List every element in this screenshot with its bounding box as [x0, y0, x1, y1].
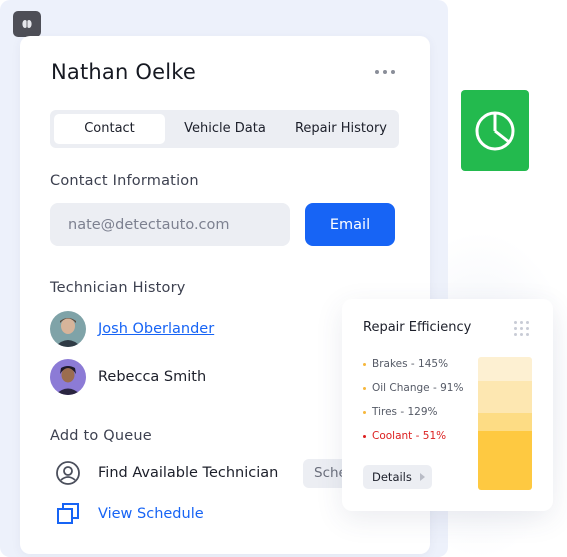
stack-segment-coolant — [478, 431, 532, 490]
email-button[interactable]: Email — [305, 203, 395, 246]
tab-vehicle-data[interactable]: Vehicle Data — [180, 114, 270, 144]
technician-link-josh[interactable]: Josh Oberlander — [98, 321, 214, 337]
legend-dot — [363, 386, 366, 390]
legend-coolant: Coolant - 51% — [363, 430, 446, 442]
contact-name: Nathan Oelke — [51, 60, 196, 84]
copy-squares-icon — [54, 500, 82, 528]
legend-label: Tires - 129% — [372, 406, 438, 418]
stack-segment-tires — [478, 413, 532, 431]
efficiency-title: Repair Efficiency — [363, 320, 472, 335]
details-label: Details — [372, 470, 412, 484]
technician-row: Josh Oberlander — [50, 311, 214, 347]
chevron-right-icon — [420, 473, 425, 481]
legend-dot — [363, 434, 366, 438]
technician-history-heading: Technician History — [50, 280, 186, 296]
analytics-tile[interactable] — [461, 90, 529, 171]
view-schedule-link: View Schedule — [98, 506, 204, 522]
legend-label: Oil Change - 91% — [372, 382, 464, 394]
add-to-queue-heading: Add to Queue — [50, 428, 152, 444]
stack-segment-brakes — [478, 357, 532, 381]
repair-efficiency-card: Repair Efficiency Brakes - 145% Oil Chan… — [342, 299, 553, 511]
more-options-icon[interactable] — [375, 65, 399, 79]
pie-chart-icon — [475, 111, 515, 150]
email-input[interactable] — [50, 203, 290, 246]
technician-row: Rebecca Smith — [50, 359, 206, 395]
drag-handle-icon[interactable] — [514, 321, 529, 336]
tab-repair-history[interactable]: Repair History — [286, 114, 396, 144]
legend-tires: Tires - 129% — [363, 406, 438, 418]
legend-oil-change: Oil Change - 91% — [363, 382, 463, 394]
avatar — [50, 311, 86, 347]
stack-segment-oil-change — [478, 381, 532, 413]
find-technician-label: Find Available Technician — [98, 465, 279, 481]
tab-bar: Contact Vehicle Data Repair History — [50, 110, 399, 148]
legend-dot — [363, 362, 366, 366]
legend-brakes: Brakes - 145% — [363, 358, 448, 370]
technician-name-rebecca: Rebecca Smith — [98, 369, 207, 385]
brain-icon — [13, 11, 41, 37]
view-schedule-action[interactable]: View Schedule — [54, 500, 204, 528]
user-circle-icon — [54, 459, 82, 487]
tab-contact[interactable]: Contact — [54, 114, 165, 144]
find-technician-action[interactable]: Find Available Technician — [54, 459, 278, 487]
avatar — [50, 359, 86, 395]
legend-label: Brakes - 145% — [372, 358, 449, 370]
details-button[interactable]: Details — [363, 465, 432, 489]
legend-label: Coolant - 51% — [372, 430, 447, 442]
contact-information-heading: Contact Information — [50, 173, 199, 189]
legend-dot — [363, 410, 366, 414]
